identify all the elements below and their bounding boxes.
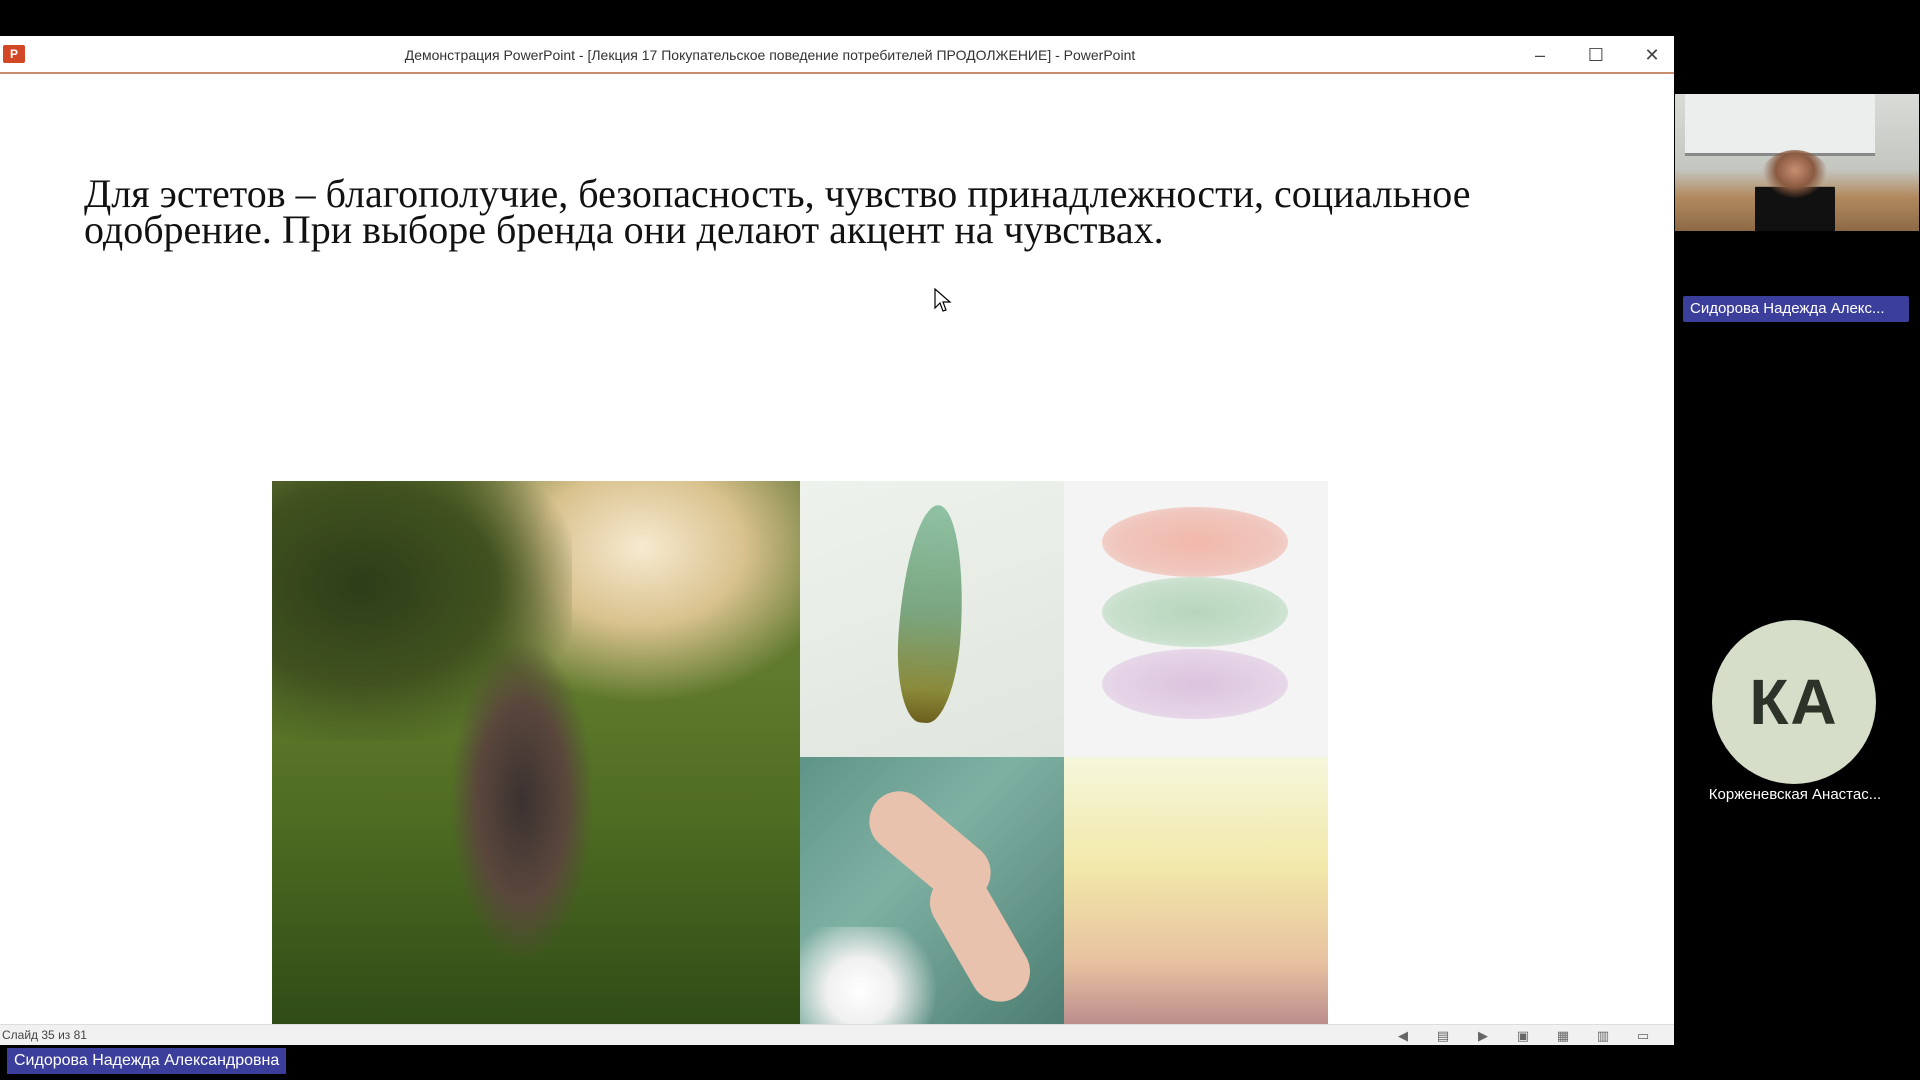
image-collage	[272, 481, 1328, 1034]
pastel-gradient-tile	[1064, 757, 1328, 1034]
pink-swatch	[1102, 507, 1288, 577]
reading-view-icon[interactable]: ▥	[1592, 1028, 1614, 1044]
slide-body-text: Для эстетов – благополучие, безопасность…	[84, 171, 1471, 252]
slide-menu-icon[interactable]: ▤	[1432, 1028, 1454, 1044]
window-title: Демонстрация PowerPoint - [Лекция 17 Пок…	[404, 47, 1136, 63]
hands-flowers-photo	[800, 757, 1064, 1034]
paint-swatches-photo	[1064, 481, 1328, 757]
lilac-swatch	[1102, 649, 1288, 719]
participant-name: Корженевская Анастас...	[1708, 786, 1882, 803]
mouse-cursor-icon	[934, 288, 952, 312]
maximize-button[interactable]: ☐	[1568, 36, 1624, 74]
feather-shape	[892, 503, 970, 725]
family-figures	[432, 601, 612, 1001]
whiteboard	[1685, 94, 1875, 156]
powerpoint-window: P Демонстрация PowerPoint - [Лекция 17 П…	[0, 36, 1674, 1045]
top-black-bar	[0, 0, 1920, 36]
video-name-tag: Сидорова Надежда Алекс...	[1683, 296, 1909, 322]
flowers-shape	[800, 927, 950, 1034]
presenter-name-tag: Сидорова Надежда Александровна	[7, 1048, 287, 1074]
slide-counter: Слайд 35 из 81	[2, 1028, 87, 1042]
slide-canvas[interactable]: Для эстетов – благополучие, безопасность…	[0, 76, 1674, 1034]
status-bar: Слайд 35 из 81 ◀ ▤ ▶ ▣ ▦ ▥ ▭	[0, 1024, 1674, 1045]
participant-avatar[interactable]: КА	[1712, 620, 1876, 784]
close-button[interactable]: ✕	[1624, 36, 1680, 74]
next-slide-icon[interactable]: ▶	[1472, 1028, 1494, 1044]
family-photo	[272, 481, 800, 1034]
green-swatch	[1102, 577, 1288, 647]
slideshow-icon[interactable]: ▭	[1632, 1028, 1654, 1044]
presenter-video[interactable]	[1675, 94, 1919, 231]
title-bar[interactable]: P Демонстрация PowerPoint - [Лекция 17 П…	[0, 36, 1674, 74]
presenter-figure	[1755, 150, 1835, 231]
previous-slide-icon[interactable]: ◀	[1392, 1028, 1414, 1044]
slide-sorter-icon[interactable]: ▦	[1552, 1028, 1574, 1044]
feather-photo	[800, 481, 1064, 757]
minimize-button[interactable]: –	[1512, 36, 1568, 74]
normal-view-icon[interactable]: ▣	[1512, 1028, 1534, 1044]
